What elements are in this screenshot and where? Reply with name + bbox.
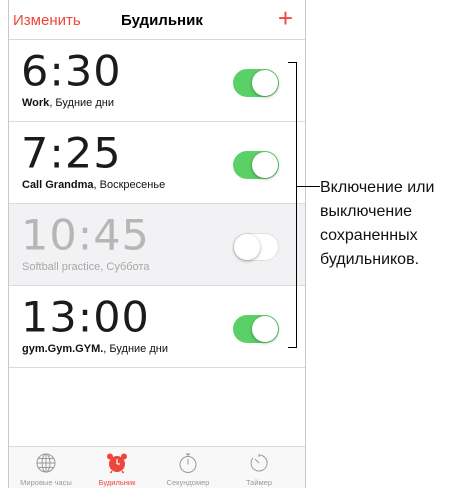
stopwatch-icon xyxy=(179,453,197,473)
alarm-time: 6:30 xyxy=(21,47,122,97)
alarm-name: Work xyxy=(22,97,50,109)
alarm-time: 7:25 xyxy=(21,129,122,179)
alarm-repeat: , Суббота xyxy=(100,261,150,273)
phone-screen: Изменить Будильник + 6:30 Work, Будние д… xyxy=(8,0,306,488)
alarm-row[interactable]: 7:25 Call Grandma, Воскресенье xyxy=(9,122,305,204)
alarm-time: 10:45 xyxy=(21,211,150,261)
tab-bar: Мировые часы Будильник Секундомер Таймер xyxy=(9,446,305,488)
callout-line: Включение или xyxy=(320,179,435,196)
globe-icon xyxy=(36,453,56,473)
navbar: Изменить Будильник + xyxy=(9,0,305,40)
tab-alarm[interactable]: Будильник xyxy=(82,447,152,488)
alarm-name: Call Grandma xyxy=(22,179,94,191)
alarm-repeat: , Будние дни xyxy=(49,97,114,109)
alarm-toggle[interactable] xyxy=(233,233,279,261)
toggle-knob xyxy=(252,70,278,96)
tab-stopwatch[interactable]: Секундомер xyxy=(153,447,223,488)
callout-line: сохраненных xyxy=(320,227,418,244)
tab-label: Мировые часы xyxy=(20,478,72,487)
toggle-knob xyxy=(252,316,278,342)
alarm-name: Softball practice xyxy=(22,261,101,273)
alarm-name: gym.Gym.GYM. xyxy=(22,343,104,355)
tab-label: Секундомер xyxy=(166,478,210,487)
alarm-label: Softball practice, Суббота xyxy=(22,261,149,273)
alarm-label: Call Grandma, Воскресенье xyxy=(22,179,165,191)
callout-connector xyxy=(296,186,320,187)
tab-timer[interactable]: Таймер xyxy=(224,447,294,488)
tab-label: Таймер xyxy=(245,478,273,487)
timer-icon xyxy=(250,454,268,472)
alarm-row[interactable]: 13:00 gym.Gym.GYM., Будние дни xyxy=(9,286,305,368)
alarm-row[interactable]: 6:30 Work, Будние дни xyxy=(9,40,305,122)
toggle-knob xyxy=(234,233,260,260)
alarm-time: 13:00 xyxy=(21,293,150,343)
callout-bracket xyxy=(288,62,297,348)
alarm-label: Work, Будние дни xyxy=(22,97,114,109)
add-alarm-button[interactable]: + xyxy=(278,5,293,31)
callout-line: выключение xyxy=(320,203,413,220)
edit-button[interactable]: Изменить xyxy=(13,12,81,29)
toggle-knob xyxy=(252,152,278,178)
alarm-repeat: , Будние дни xyxy=(103,343,168,355)
alarm-toggle[interactable] xyxy=(233,151,279,179)
alarm-toggle[interactable] xyxy=(233,315,279,343)
page-title: Будильник xyxy=(121,12,203,29)
alarm-toggle[interactable] xyxy=(233,69,279,97)
callout-text: Включение или выключение сохраненных буд… xyxy=(320,176,434,272)
alarm-row[interactable]: 10:45 Softball practice, Суббота xyxy=(9,204,305,286)
alarm-clock-icon xyxy=(107,453,127,474)
alarm-label: gym.Gym.GYM., Будние дни xyxy=(22,343,168,355)
alarm-repeat: , Воскресенье xyxy=(93,179,166,191)
tab-label: Будильник xyxy=(98,478,136,487)
tab-world-clock[interactable]: Мировые часы xyxy=(11,447,81,488)
callout-line: будильников. xyxy=(320,251,420,268)
